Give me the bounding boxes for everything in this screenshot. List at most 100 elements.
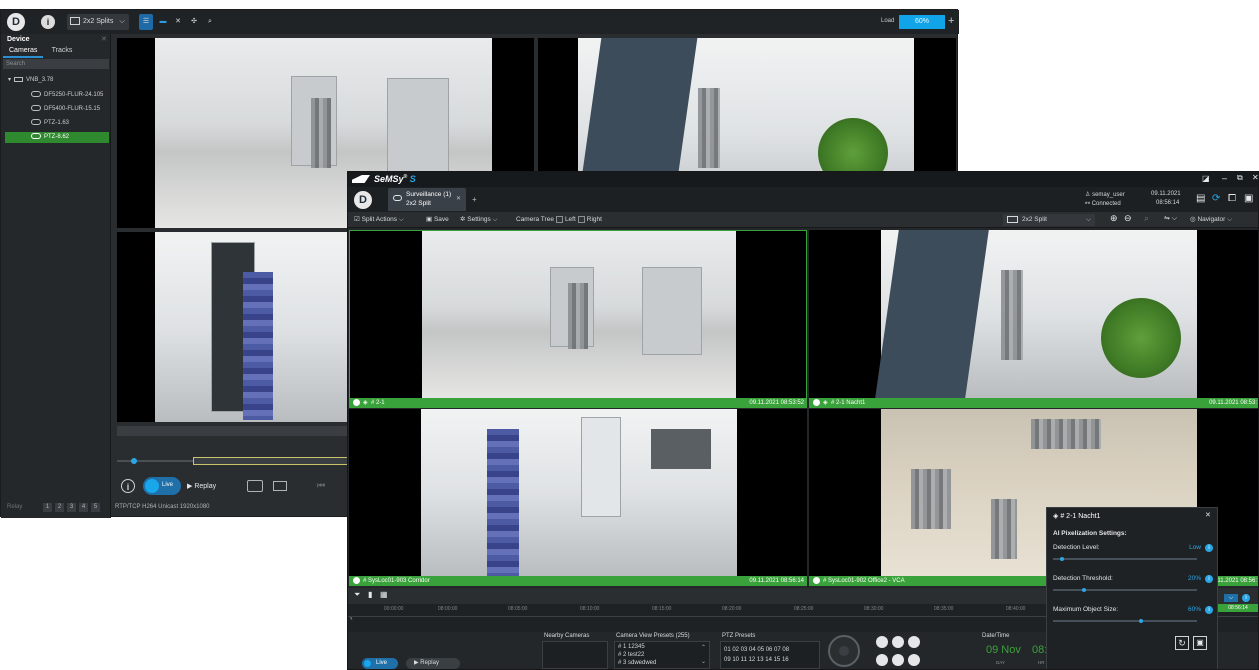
tree-item-camera[interactable]: DF5250-FLUR-24.105 [5, 90, 109, 101]
page-button[interactable]: 5 [91, 503, 100, 512]
ptz-presets-grid[interactable]: 01 02 03 04 05 06 07 08 09 10 11 12 13 1… [720, 641, 820, 669]
export-icon[interactable]: ▦ [380, 590, 388, 599]
tab-surveillance[interactable]: Surveillance (1) 2x2 Split ✕ [388, 188, 466, 211]
ptz-wiper-icon[interactable] [908, 654, 920, 666]
tree-item-camera[interactable]: PTZ-1.63 [5, 118, 109, 129]
tree-root[interactable]: ▾ VNB_3.78 [5, 75, 109, 86]
record-icon[interactable] [273, 481, 287, 491]
tree-view-button[interactable]: ☰ [139, 14, 153, 30]
report-icon[interactable]: ▤ [1196, 193, 1205, 204]
split-actions-button[interactable]: ☑ Split Actions ⌵ [354, 214, 404, 226]
add-icon[interactable]: + [948, 15, 954, 27]
ptz-gear-icon[interactable] [892, 636, 904, 648]
minimize-icon[interactable]: – [1222, 173, 1227, 183]
split-view-icon[interactable]: ▬ [156, 14, 170, 30]
layout-select[interactable]: 2x2 Splits ⌵ [67, 14, 129, 30]
snapshot-icon[interactable] [247, 480, 263, 492]
replay-button[interactable]: ▶ Replay [406, 658, 460, 669]
nearby-cameras-list[interactable] [542, 641, 608, 669]
close-icon[interactable]: ✕ [1205, 511, 1211, 519]
chevron-down-icon: ⌵ [1086, 216, 1091, 223]
left-checkbox[interactable] [555, 215, 563, 223]
live-button[interactable]: Live [143, 477, 181, 495]
bookmark-icon[interactable]: ▮ [368, 590, 372, 599]
info-icon[interactable]: i [1205, 575, 1213, 583]
tab-cameras[interactable]: Cameras [3, 45, 44, 58]
restore-icon[interactable]: ⧉ [1237, 173, 1243, 183]
save-icon[interactable]: ▣ [1193, 636, 1207, 650]
tab-close-icon[interactable]: ✕ [456, 195, 461, 202]
page-button[interactable]: 2 [55, 503, 64, 512]
page-button[interactable]: 4 [79, 503, 88, 512]
timeline-dropdown[interactable]: ⌵ [1224, 594, 1238, 602]
seek-knob[interactable] [131, 458, 137, 464]
document-icon[interactable]: ▣ [1244, 193, 1253, 204]
ptz-joystick[interactable] [828, 635, 860, 667]
ptz-preset-row[interactable]: 01 02 03 04 05 06 07 08 [724, 647, 789, 653]
info-icon[interactable]: i [1205, 606, 1213, 614]
search-input[interactable]: Search [3, 59, 109, 69]
camera-view-presets-list[interactable]: # 1 12345 # 2 test22 # 3 sdwedwed ⌃ ⌄ [614, 641, 710, 669]
camera-icon: ◎ [1190, 216, 1196, 223]
settings-button[interactable]: ✲ Settings ⌵ [460, 214, 498, 226]
chevron-up-icon[interactable]: ⌃ [701, 644, 706, 651]
video-tile-corridor[interactable] [349, 409, 807, 576]
preset-item[interactable]: # 1 12345 [618, 644, 645, 650]
date-value[interactable]: 09 Nov [986, 644, 1021, 656]
video-tile-2-1[interactable] [349, 230, 807, 408]
reset-icon[interactable]: ↻ [1175, 636, 1189, 650]
info-icon[interactable]: i [1205, 544, 1213, 552]
page-button[interactable]: 3 [67, 503, 76, 512]
tab-tracks[interactable]: Tracks [46, 45, 79, 56]
ptz-person-icon[interactable] [876, 636, 888, 648]
ptz-zoom-icon[interactable] [908, 636, 920, 648]
filter-icon[interactable]: ⏷ [354, 590, 360, 600]
chevron-down-icon: ▾ [8, 77, 12, 83]
info-icon[interactable]: i [121, 479, 135, 493]
add-tab-icon[interactable]: + [472, 195, 477, 204]
split-layout-select[interactable]: 2x2 Split ⌵ [1003, 214, 1095, 226]
right-checkbox[interactable] [577, 215, 585, 223]
pixelized-people [991, 499, 1017, 559]
skip-back-icon[interactable]: ⏮ [317, 480, 325, 491]
slider-knob[interactable] [1139, 619, 1144, 623]
search-icon[interactable]: ⌕ [1144, 213, 1149, 224]
chevron-down-icon[interactable]: ⌄ [701, 658, 706, 665]
zoom-out-icon[interactable]: ⊖ [1124, 213, 1132, 224]
search-icon[interactable]: ⌕ [203, 14, 217, 30]
page-button[interactable]: 1 [43, 503, 52, 512]
chat-icon[interactable]: ⧠ [1228, 193, 1236, 204]
record-dot-icon [353, 576, 360, 584]
sidebar-close-icon[interactable]: ✕ [101, 35, 107, 43]
tree-item-camera-selected[interactable]: PTZ-8.62 [5, 132, 109, 143]
joystick-knob[interactable] [839, 646, 849, 656]
move-icon[interactable]: ✣ [187, 14, 201, 30]
live-button[interactable]: Live [362, 658, 398, 669]
ptz-preset-row[interactable]: 09 10 11 12 13 14 15 16 [724, 657, 789, 663]
alarm-icon[interactable]: ⟳ [1212, 193, 1220, 204]
navigator-button[interactable]: ◎ Navigator ⌵ [1190, 214, 1232, 226]
app-logo-icon[interactable]: D [7, 13, 25, 31]
tools-icon[interactable]: ✕ [171, 14, 185, 30]
close-icon[interactable]: ✕ [1252, 173, 1258, 182]
detection-level-slider[interactable] [1053, 557, 1197, 561]
info-icon[interactable]: i [1242, 594, 1250, 602]
tree-item-camera[interactable]: DF5400-FLUR-15.15 [5, 104, 109, 115]
replay-button[interactable]: ▶ Replay [187, 482, 216, 490]
video-tile-nacht1[interactable] [809, 230, 1258, 408]
save-button[interactable]: ▣ Save [426, 214, 449, 226]
preset-item[interactable]: # 2 test22 [618, 652, 644, 658]
slider-knob[interactable] [1081, 588, 1086, 592]
slider-knob[interactable] [1060, 557, 1065, 561]
zoom-in-icon[interactable]: ⊕ [1110, 213, 1118, 224]
ptz-focus-icon[interactable] [876, 654, 888, 666]
ptz-iris-icon[interactable] [892, 654, 904, 666]
app-logo-icon[interactable]: D [354, 191, 372, 209]
threshold-slider[interactable] [1053, 588, 1197, 592]
chevron-left-icon[interactable]: ‹ [350, 613, 353, 622]
preset-item[interactable]: # 3 sdwedwed [618, 660, 656, 666]
object-size-slider[interactable] [1053, 619, 1197, 623]
screen-icon[interactable]: ◪ [1202, 174, 1210, 183]
stream-select[interactable]: ⇋ ⌵ [1164, 214, 1177, 223]
info-icon[interactable]: i [41, 15, 55, 29]
